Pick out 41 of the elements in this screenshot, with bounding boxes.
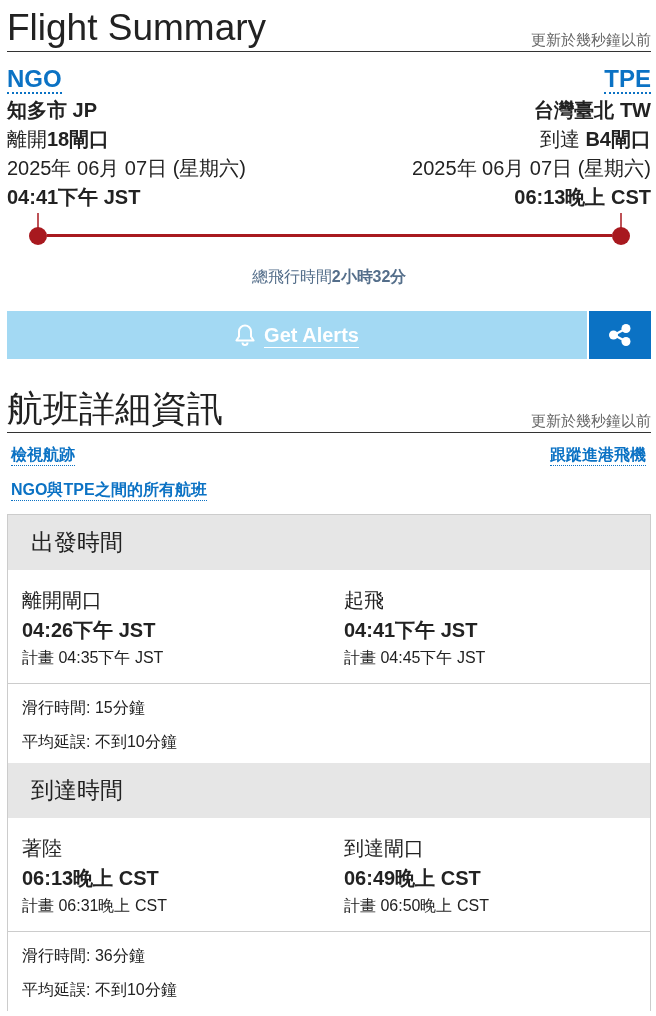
route-endpoint-icon [612,213,630,245]
scheduled-time: 計畫 06:31晚上 CST [22,896,167,916]
section-header: 到達時間 [8,763,650,818]
section-header: 出發時間 [8,515,650,570]
arrival-time: 06:13晚上 CST [514,185,651,210]
actual-time: 06:13晚上 CST [22,866,159,891]
route-endpoint-icon [29,213,47,245]
arrival-date: 2025年 06月 07日 (星期六) [412,156,651,181]
airport-code-link[interactable]: NGO [7,66,62,94]
scheduled-time: 計畫 06:50晚上 CST [344,896,489,916]
event-label: 起飛 [344,588,384,613]
actual-time: 04:41下午 JST [344,618,478,643]
section-title: 航班詳細資訊 [7,387,223,431]
page-title: Flight Summary [7,6,267,50]
info-note: 滑行時間: 15分鐘 [22,698,145,718]
details-link[interactable]: 跟蹤進港飛機 [550,445,646,466]
actual-time: 04:26下午 JST [22,618,156,643]
departure-date: 2025年 06月 07日 (星期六) [7,156,246,181]
arrival-city: 台灣臺北 TW [534,98,651,123]
info-note: 平均延誤: 不到10分鐘 [22,980,177,1000]
share-button[interactable] [589,311,651,359]
departure-time: 04:41下午 JST [7,185,141,210]
share-icon [609,324,631,346]
event-label: 離開閘口 [22,588,102,613]
update-time-text: 更新於幾秒鐘以前 [531,30,651,50]
departure-city: 知多市 JP [7,98,98,123]
details-link[interactable]: NGO與TPE之間的所有航班 [11,480,207,501]
details-link[interactable]: 檢視航跡 [11,445,75,466]
flight-duration-text: 總飛行時間2小時32分 [251,267,407,287]
scheduled-time: 計畫 04:35下午 JST [22,648,164,668]
event-label: 著陸 [22,836,62,861]
arrival-gate-text: 到達 B4閘口 [539,127,651,152]
update-time-text: 更新於幾秒鐘以前 [531,411,651,431]
actual-time: 06:49晚上 CST [344,866,481,891]
bell-icon [235,323,256,347]
airport-code-link[interactable]: TPE [604,66,651,94]
departure-gate-text: 離開18閘口 [7,127,110,152]
info-note: 滑行時間: 36分鐘 [22,946,145,966]
info-note: 平均延誤: 不到10分鐘 [22,732,177,752]
scheduled-time: 計畫 04:45下午 JST [344,648,486,668]
event-label: 到達閘口 [344,836,424,861]
